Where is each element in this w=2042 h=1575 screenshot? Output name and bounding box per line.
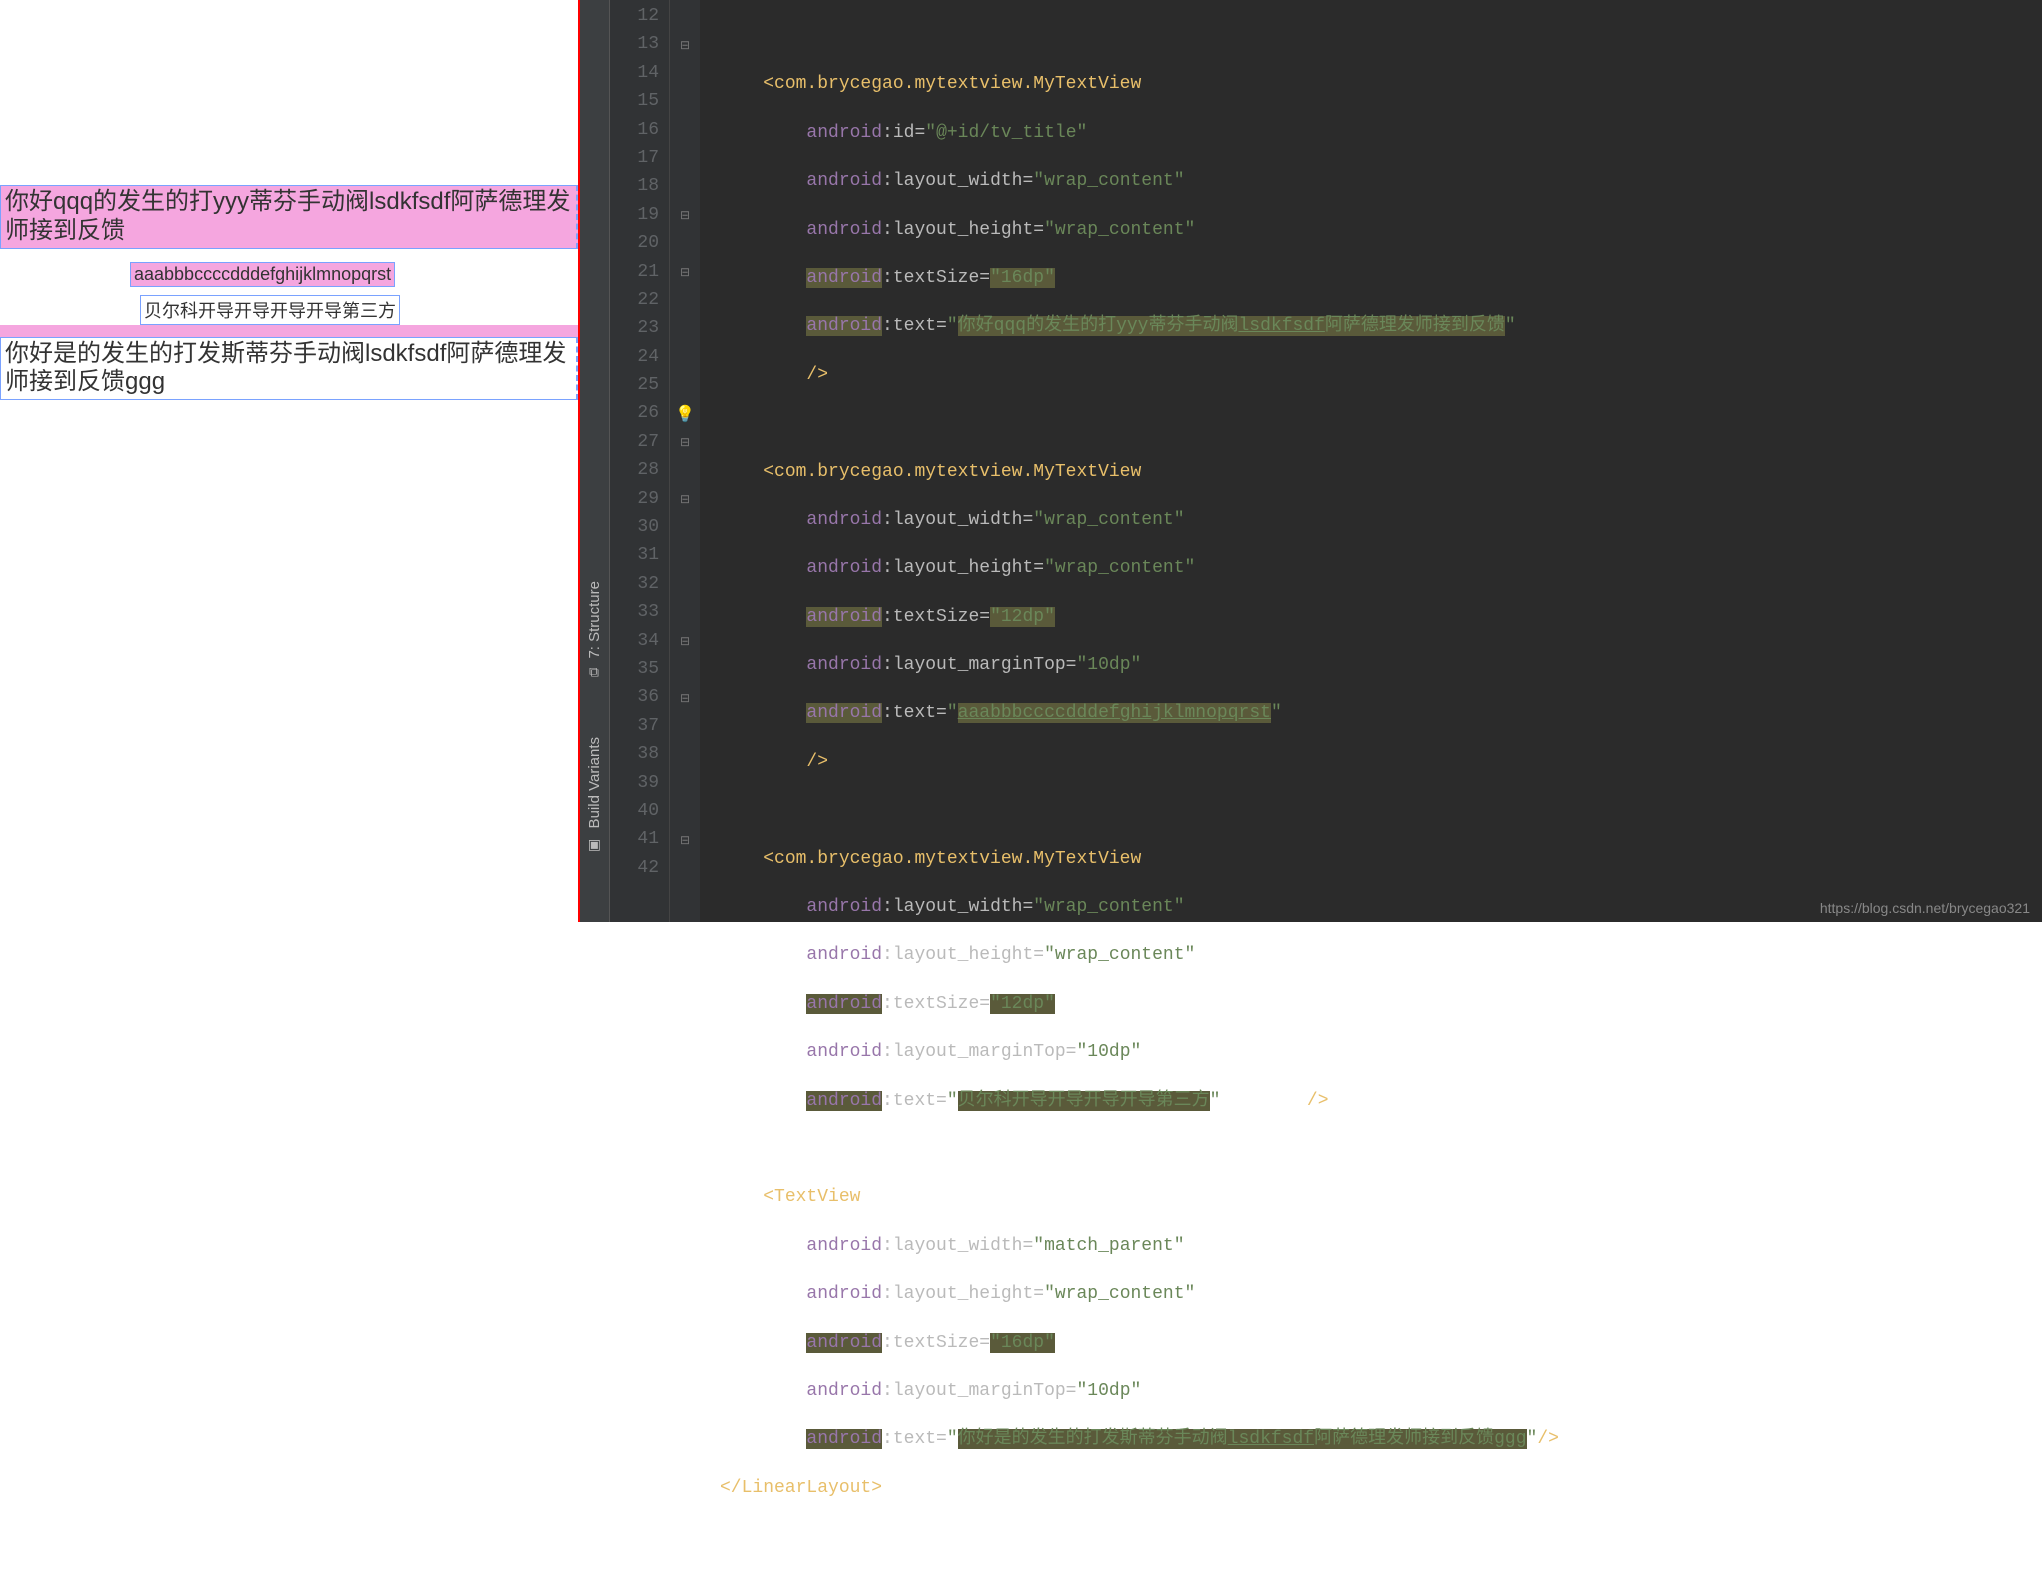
line-number[interactable]: 12 — [610, 2, 669, 30]
line-number[interactable]: 41 — [610, 825, 669, 853]
line-number-gutter[interactable]: 12 13 14 15 16 17 18 19 20 21 22 23 24 2… — [610, 0, 670, 922]
code-line[interactable]: android:text="你好qqq的发生的打yyy蒂芬手动阀lsdkfsdf… — [720, 312, 2042, 340]
code-line[interactable]: </LinearLayout> — [720, 1474, 2042, 1502]
fold-end-icon[interactable]: ⊟ — [670, 825, 700, 853]
code-line[interactable]: android:layout_width="wrap_content" — [720, 167, 2042, 195]
line-number[interactable]: 32 — [610, 570, 669, 598]
build-variants-tool-tab[interactable]: ▣ Build Variants — [586, 707, 603, 882]
line-number[interactable]: 37 — [610, 712, 669, 740]
fold-end-icon[interactable]: ⊟ — [670, 201, 700, 229]
layout-preview-pane[interactable]: 你好qqq的发生的打yyy蒂芬手动阀lsdkfsdf阿萨德理发师接到反馈 aaa… — [0, 0, 580, 922]
code-line[interactable]: /> — [720, 361, 2042, 389]
code-line[interactable]: android:textSize="16dp" — [720, 1329, 2042, 1357]
line-number[interactable]: 19 — [610, 201, 669, 229]
preview-textview-2[interactable]: aaabbbccccdddefghijklmnopqrst — [130, 262, 395, 287]
code-line[interactable]: android:layout_height="wrap_content" — [720, 941, 2042, 969]
line-number[interactable]: 26 — [610, 399, 669, 427]
line-number[interactable]: 17 — [610, 144, 669, 172]
preview-textview-1[interactable]: 你好qqq的发生的打yyy蒂芬手动阀lsdkfsdf阿萨德理发师接到反馈 — [0, 185, 578, 249]
line-number[interactable]: 42 — [610, 854, 669, 882]
line-number[interactable]: 16 — [610, 116, 669, 144]
structure-tool-tab[interactable]: ⧉ 7: Structure — [586, 551, 603, 707]
line-number[interactable]: 20 — [610, 229, 669, 257]
line-number[interactable]: 24 — [610, 343, 669, 371]
line-number[interactable]: 30 — [610, 513, 669, 541]
line-number[interactable]: 39 — [610, 769, 669, 797]
code-line[interactable] — [720, 796, 2042, 824]
intention-bulb-icon[interactable]: 💡 — [670, 399, 700, 427]
code-line[interactable]: android:textSize="12dp" — [720, 603, 2042, 631]
code-line[interactable]: android:layout_height="wrap_content" — [720, 1280, 2042, 1308]
code-line[interactable]: <com.brycegao.mytextview.MyTextView — [720, 70, 2042, 98]
code-line[interactable]: android:layout_marginTop="10dp" — [720, 1377, 2042, 1405]
line-number[interactable]: 33 — [610, 598, 669, 626]
fold-start-icon[interactable]: ⊟ — [670, 258, 700, 286]
line-number[interactable]: 31 — [610, 541, 669, 569]
code-line[interactable]: android:text="aaabbbccccdddefghijklmnopq… — [720, 699, 2042, 727]
watermark-text: https://blog.csdn.net/brycegao321 — [1820, 900, 2030, 916]
code-line[interactable]: android:textSize="16dp" — [720, 264, 2042, 292]
code-line[interactable]: android:layout_height="wrap_content" — [720, 554, 2042, 582]
line-number[interactable]: 29 — [610, 485, 669, 513]
code-editor[interactable]: <com.brycegao.mytextview.MyTextView andr… — [700, 0, 2042, 922]
build-variants-tab-label: Build Variants — [586, 737, 603, 828]
code-line[interactable]: <TextView — [720, 1183, 2042, 1211]
code-line[interactable]: android:layout_height="wrap_content" — [720, 216, 2042, 244]
structure-tab-label: 7: Structure — [586, 581, 603, 659]
line-number[interactable]: 34 — [610, 627, 669, 655]
fold-column[interactable]: ⊟ ⊟ ⊟ 💡 ⊟ ⊟ ⊟ ⊟ ⊟ — [670, 0, 700, 922]
structure-icon: ⧉ — [590, 664, 600, 680]
line-number[interactable]: 25 — [610, 371, 669, 399]
line-number[interactable]: 14 — [610, 59, 669, 87]
preview-margin-highlight — [0, 325, 578, 337]
code-line[interactable] — [720, 1135, 2042, 1163]
line-number[interactable]: 40 — [610, 797, 669, 825]
fold-start-icon[interactable]: ⊟ — [670, 30, 700, 58]
fold-start-icon[interactable]: ⊟ — [670, 485, 700, 513]
code-line[interactable]: android:id="@+id/tv_title" — [720, 119, 2042, 147]
line-number[interactable]: 35 — [610, 655, 669, 683]
line-number[interactable]: 36 — [610, 683, 669, 711]
code-line[interactable]: <com.brycegao.mytextview.MyTextView — [720, 845, 2042, 873]
build-variants-icon: ▣ — [587, 836, 603, 852]
code-line[interactable]: android:layout_width="match_parent" — [720, 1232, 2042, 1260]
code-line[interactable]: android:textSize="12dp" — [720, 990, 2042, 1018]
code-line[interactable]: android:layout_marginTop="10dp" — [720, 651, 2042, 679]
preview-textview-4[interactable]: 你好是的发生的打发斯蒂芬手动阀lsdkfsdf阿萨德理发师接到反馈ggg — [0, 337, 578, 401]
fold-start-icon[interactable]: ⊟ — [670, 683, 700, 711]
code-line[interactable]: <com.brycegao.mytextview.MyTextView — [720, 458, 2042, 486]
fold-mark — [670, 2, 700, 30]
line-number[interactable]: 27 — [610, 428, 669, 456]
code-line[interactable]: android:layout_width="wrap_content" — [720, 506, 2042, 534]
fold-end-icon[interactable]: ⊟ — [670, 428, 700, 456]
code-line[interactable] — [720, 409, 2042, 437]
fold-end-icon[interactable]: ⊟ — [670, 627, 700, 655]
tool-window-tabs: ⧉ 7: Structure ▣ Build Variants — [580, 0, 610, 922]
code-line[interactable]: android:text="你好是的发生的打发斯蒂芬手动阀lsdkfsdf阿萨德… — [720, 1425, 2042, 1453]
line-number[interactable]: 23 — [610, 314, 669, 342]
line-number[interactable]: 13 — [610, 30, 669, 58]
line-number[interactable]: 15 — [610, 87, 669, 115]
editor-pane: ⧉ 7: Structure ▣ Build Variants 12 13 14… — [580, 0, 2042, 922]
preview-textview-3[interactable]: 贝尔科开导开导开导开导第三方 — [140, 295, 400, 325]
code-line[interactable]: android:text="贝尔科开导开导开导开导第三方" /> — [720, 1087, 2042, 1115]
line-number[interactable]: 22 — [610, 286, 669, 314]
line-number[interactable]: 38 — [610, 740, 669, 768]
code-line[interactable]: /> — [720, 748, 2042, 776]
code-line[interactable]: android:layout_marginTop="10dp" — [720, 1038, 2042, 1066]
line-number[interactable]: 21 — [610, 258, 669, 286]
line-number[interactable]: 18 — [610, 172, 669, 200]
code-line[interactable] — [720, 22, 2042, 50]
line-number[interactable]: 28 — [610, 456, 669, 484]
